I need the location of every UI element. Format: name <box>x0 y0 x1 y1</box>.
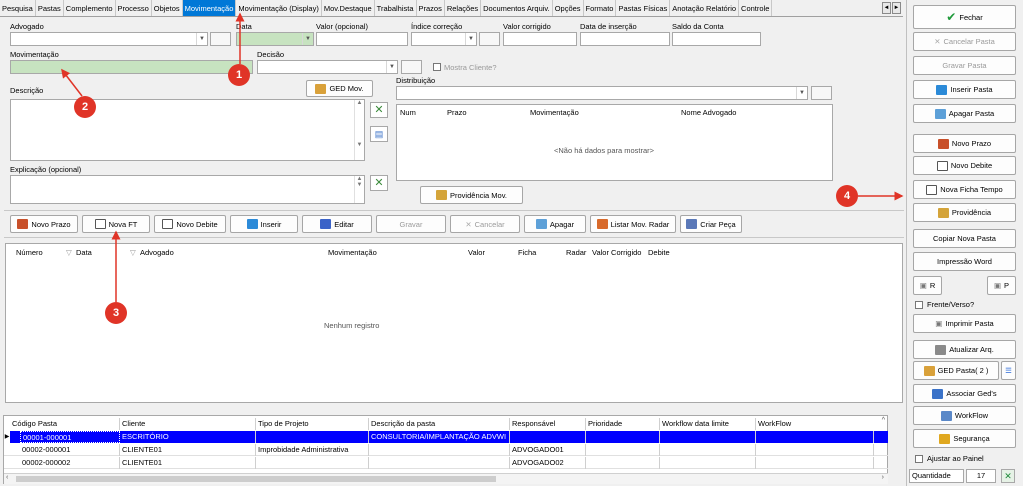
callout-2: 2 <box>74 96 96 118</box>
callout-4: 4 <box>836 185 858 207</box>
callout-3: 3 <box>105 302 127 324</box>
callout-1: 1 <box>228 64 250 86</box>
callout-2-arrow <box>61 68 83 97</box>
callout-arrows <box>61 12 904 302</box>
